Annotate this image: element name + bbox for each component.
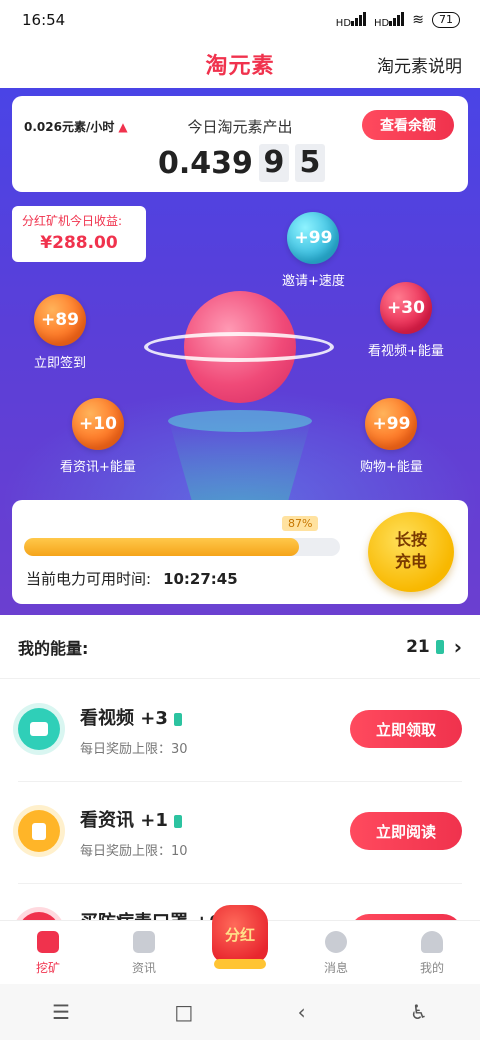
charge-progress-fill xyxy=(24,538,299,556)
news-bubble-label: 看资讯+能量 xyxy=(60,460,136,475)
menu-icon[interactable]: ☰ xyxy=(52,1000,70,1024)
tab-bonus[interactable]: 分红 xyxy=(192,905,288,984)
chevron-right-icon: › xyxy=(453,634,462,659)
back-icon[interactable]: ‹ xyxy=(298,1000,306,1024)
tab-label: 分红 xyxy=(224,925,255,944)
counter-main: 0.439 xyxy=(158,145,253,181)
planet-ring xyxy=(144,332,334,362)
task-title: 看资讯 +1 xyxy=(80,806,182,832)
charge-card: 87% 当前电力可用时间: 10:27:45 长按 充电 xyxy=(12,500,468,604)
coin-icon xyxy=(214,959,266,969)
chat-bubble-icon xyxy=(325,931,347,953)
user-icon xyxy=(421,931,443,953)
charge-time-label: 当前电力可用时间: xyxy=(26,570,152,588)
accessibility-icon[interactable]: ♿ xyxy=(410,1000,428,1024)
counter-digit: 5 xyxy=(294,144,325,182)
shop-bubble[interactable]: +99 购物+能量 xyxy=(360,398,423,475)
battery-icon: 71 xyxy=(432,12,460,28)
lucky-bag-icon: 分红 xyxy=(212,905,268,963)
video-bubble-label: 看视频+能量 xyxy=(368,344,444,359)
bonus-miner-card[interactable]: 分红矿机今日收益: ¥288.00 xyxy=(12,206,146,262)
video-camera-icon xyxy=(18,708,60,750)
bonus-label: 分红矿机今日收益: xyxy=(22,214,123,228)
read-news-button[interactable]: 立即阅读 xyxy=(350,812,462,850)
wifi-icon: ≋ xyxy=(412,12,424,28)
charge-time: 当前电力可用时间: 10:27:45 xyxy=(26,568,238,589)
video-bubble[interactable]: +30 看视频+能量 xyxy=(368,282,444,359)
network-type-label: HD xyxy=(335,17,352,29)
help-link[interactable]: 淘元素说明 xyxy=(377,52,462,77)
task-name: 看资讯 xyxy=(80,810,134,831)
view-balance-button[interactable]: 查看余额 xyxy=(362,110,454,140)
charge-progress-track xyxy=(24,538,340,556)
bottom-tab-bar: 挖矿 资讯 分红 消息 我的 xyxy=(0,905,480,984)
battery-bolt-icon xyxy=(173,814,182,828)
energy-summary: 21 › xyxy=(406,635,462,659)
task-title: 看视频 +3 xyxy=(80,704,182,730)
tab-label: 消息 xyxy=(323,961,348,975)
signal-icon: HD xyxy=(335,11,367,29)
news-icon xyxy=(133,931,155,953)
status-icons: HD HD ≋ 71 xyxy=(335,11,460,29)
shop-bubble-label: 购物+能量 xyxy=(360,460,423,475)
task-name: 看视频 xyxy=(80,708,134,729)
planet-pedestal-top xyxy=(168,410,312,432)
invite-bubble[interactable]: +99 邀请+速度 xyxy=(282,212,345,289)
tab-me[interactable]: 我的 xyxy=(384,921,480,984)
news-bubble[interactable]: +10 看资讯+能量 xyxy=(60,398,136,475)
claim-video-button[interactable]: 立即领取 xyxy=(350,710,462,748)
production-card: 0.026元素/小时 ▲ 今日淘元素产出 查看余额 0.439 9 5 xyxy=(12,96,468,192)
news-bubble-value: +10 xyxy=(71,398,124,450)
mining-hero: 0.026元素/小时 ▲ 今日淘元素产出 查看余额 0.439 9 5 分红矿机今… xyxy=(0,88,480,615)
counter-digit: 9 xyxy=(258,144,289,182)
tab-messages[interactable]: 消息 xyxy=(288,921,384,984)
shop-bubble-value: +99 xyxy=(365,398,418,450)
status-bar: 16:54 HD HD ≋ 71 xyxy=(0,0,480,40)
production-counter: 0.439 9 5 xyxy=(158,144,325,182)
checkin-bubble[interactable]: +89 立即签到 xyxy=(34,294,86,371)
invite-bubble-value: +99 xyxy=(287,212,340,264)
bonus-value: ¥288.00 xyxy=(40,233,118,253)
page-title: 淘元素 xyxy=(205,54,275,79)
task-item-news: 看资讯 +1 每日奖励上限：10 立即阅读 xyxy=(18,782,462,884)
battery-bolt-icon xyxy=(435,639,444,654)
status-time: 16:54 xyxy=(22,11,66,29)
invite-bubble-label: 邀请+速度 xyxy=(282,274,345,289)
task-bonus: +1 xyxy=(140,810,168,831)
energy-title: 我的能量: xyxy=(18,638,89,658)
tab-label: 我的 xyxy=(419,961,444,975)
task-limit: 每日奖励上限：30 xyxy=(80,742,188,757)
battery-bolt-icon xyxy=(173,712,182,726)
app-header: 淘元素 淘元素说明 xyxy=(0,40,480,88)
tab-mining[interactable]: 挖矿 xyxy=(0,921,96,984)
home-square-icon[interactable]: □ xyxy=(174,1000,193,1024)
task-item-video: 看视频 +3 每日奖励上限：30 立即领取 xyxy=(18,680,462,782)
system-nav-bar: ☰ □ ‹ ♿ xyxy=(0,984,480,1040)
tab-label: 资讯 xyxy=(131,961,156,975)
energy-value: 21 xyxy=(406,636,430,657)
checkin-bubble-label: 立即签到 xyxy=(34,356,87,371)
task-limit: 每日奖励上限：10 xyxy=(80,844,188,859)
charge-button-line2: 充电 xyxy=(394,554,427,571)
network-type-label-2: HD xyxy=(374,17,390,29)
task-bonus: +3 xyxy=(140,708,168,729)
charge-button-line1: 长按 xyxy=(394,532,427,549)
my-energy-row[interactable]: 我的能量: 21 › xyxy=(0,615,480,679)
checkin-bubble-value: +89 xyxy=(34,294,86,346)
charge-time-value: 10:27:45 xyxy=(163,570,238,588)
video-bubble-value: +30 xyxy=(379,282,432,334)
long-press-charge-button[interactable]: 长按 充电 xyxy=(368,512,454,592)
tab-news[interactable]: 资讯 xyxy=(96,921,192,984)
home-icon xyxy=(37,931,59,953)
document-icon xyxy=(18,810,60,852)
tab-label: 挖矿 xyxy=(35,961,60,975)
charge-percent-badge: 87% xyxy=(282,516,319,531)
signal-icon-2: HD xyxy=(374,11,405,29)
